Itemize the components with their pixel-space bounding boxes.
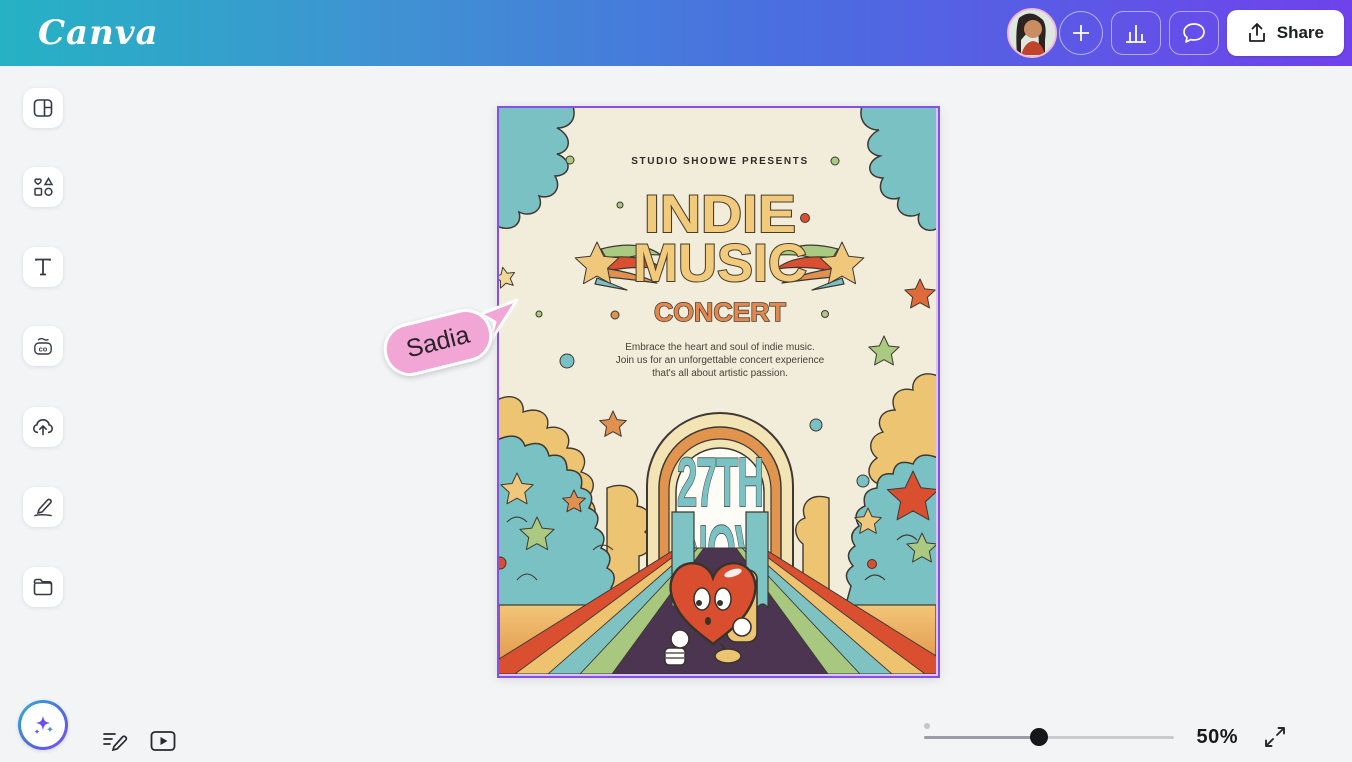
comments-button[interactable]: [1169, 11, 1219, 55]
brand-icon: co: [31, 334, 55, 358]
zoom-level-label[interactable]: 50%: [1196, 726, 1238, 749]
poster-page[interactable]: STUDIO SHODWE PRESENTS INDIE MUSIC CONCE…: [497, 106, 940, 678]
sidebar-item-projects[interactable]: [23, 567, 63, 607]
zoom-controls: 50%: [924, 722, 1290, 752]
canva-logo[interactable]: Canva: [38, 13, 159, 53]
brand-icon-text: co: [39, 344, 48, 353]
poster-title-music: MUSIC: [633, 234, 807, 293]
share-button-label: Share: [1277, 23, 1324, 43]
sidebar: co: [0, 66, 96, 762]
collaborator-name-badge: Sadia: [378, 303, 498, 381]
topbar-actions: Share: [1007, 0, 1344, 66]
top-bar: Canva: [0, 0, 1352, 66]
poster-description-line3: that's all about artistic passion.: [652, 368, 788, 379]
share-icon: [1247, 22, 1267, 44]
sidebar-item-design[interactable]: [23, 88, 63, 128]
fullscreen-button[interactable]: [1260, 722, 1290, 752]
poster-description-line2: Join us for an unforgettable concert exp…: [616, 355, 825, 366]
notes-button[interactable]: [97, 726, 133, 756]
sidebar-item-elements[interactable]: [23, 167, 63, 207]
upload-cloud-icon: [31, 415, 55, 439]
poster-title-concert: CONCERT: [654, 297, 786, 327]
zoom-slider[interactable]: [924, 727, 1174, 747]
sidebar-item-text[interactable]: [23, 247, 63, 287]
zoom-slider-fill: [924, 736, 1039, 739]
bar-chart-icon: [1124, 22, 1148, 44]
avatar-image: [1009, 10, 1054, 55]
present-button[interactable]: [145, 726, 181, 756]
sidebar-item-brand[interactable]: co: [23, 326, 63, 366]
zoom-slider-marker: [924, 723, 930, 729]
folder-icon: [31, 575, 55, 599]
bottom-bar: 50%: [0, 712, 1352, 762]
zoom-slider-thumb[interactable]: [1030, 728, 1048, 746]
plus-icon: [1070, 22, 1092, 44]
sidebar-item-draw[interactable]: [23, 487, 63, 527]
design-icon: [31, 96, 55, 120]
elements-icon: [31, 175, 55, 199]
poster-artwork: STUDIO SHODWE PRESENTS INDIE MUSIC CONCE…: [499, 108, 936, 674]
draw-pen-icon: [31, 495, 55, 519]
poster-presents-line: STUDIO SHODWE PRESENTS: [631, 156, 808, 167]
poster-description-line1: Embrace the heart and soul of indie musi…: [625, 342, 815, 353]
insights-button[interactable]: [1111, 11, 1161, 55]
text-icon: [31, 255, 55, 279]
sidebar-item-uploads[interactable]: [23, 407, 63, 447]
avatar[interactable]: [1007, 8, 1057, 58]
expand-icon: [1263, 725, 1287, 749]
add-collaborator-button[interactable]: [1059, 11, 1103, 55]
play-icon: [149, 729, 177, 753]
comment-bubble-icon: [1181, 21, 1207, 45]
design-canvas[interactable]: STUDIO SHODWE PRESENTS INDIE MUSIC CONCE…: [96, 66, 1352, 762]
canva-editor-window: Canva: [0, 0, 1352, 762]
share-button[interactable]: Share: [1227, 10, 1344, 56]
notes-icon: [101, 729, 129, 753]
